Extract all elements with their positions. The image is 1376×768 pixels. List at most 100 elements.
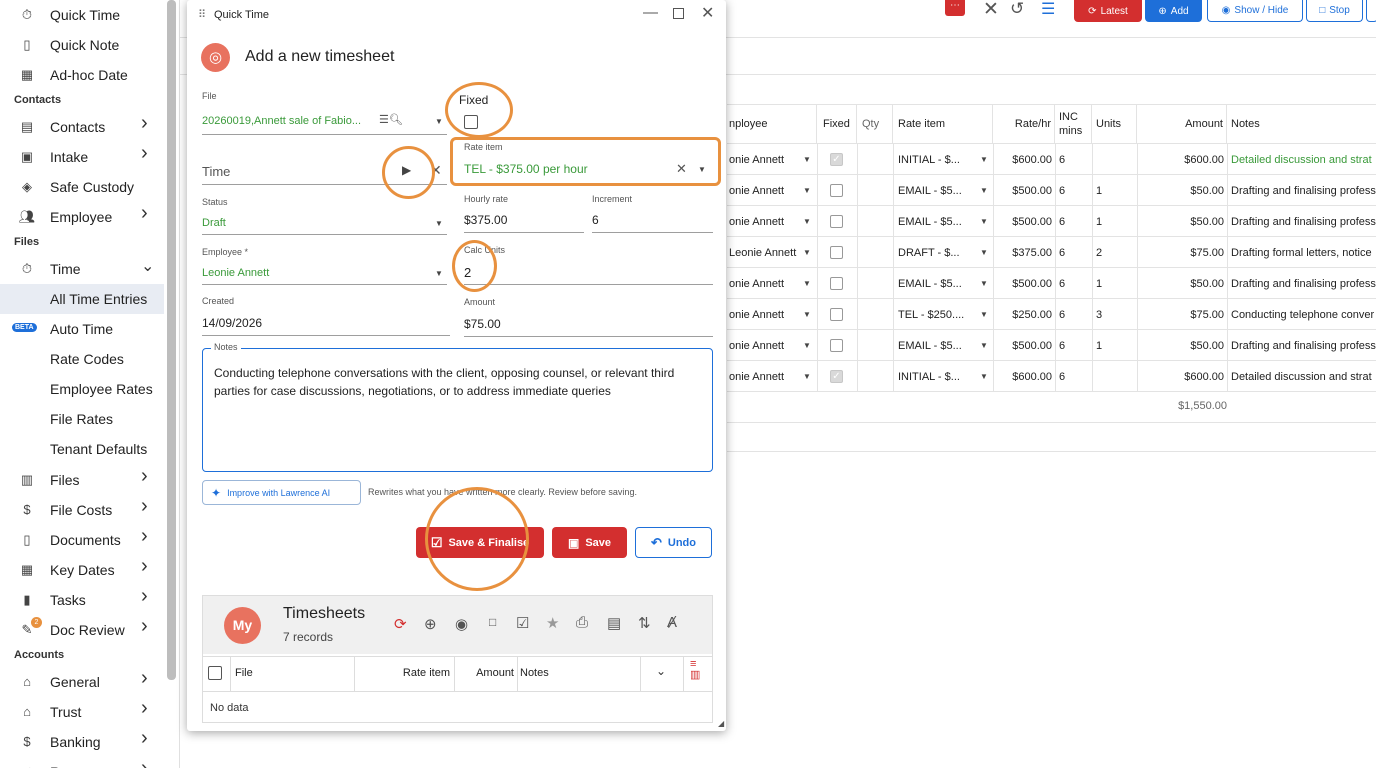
sidebar-item-key-dates[interactable]: ▦ Key Dates › (0, 555, 164, 585)
refresh-icon[interactable]: ⟳ (394, 615, 407, 633)
filter-columns-icon[interactable]: ≡ ▥ (690, 659, 700, 681)
sidebar-item-file-rates[interactable]: File Rates (0, 404, 164, 434)
filter-sliders-icon[interactable]: ☰ (1041, 0, 1055, 19)
fixed-checkbox[interactable]: ✓ (830, 370, 843, 383)
sidebar-item-rate-codes[interactable]: Rate Codes (0, 344, 164, 374)
eye-icon[interactable]: ◉ (455, 615, 468, 633)
file-dropdown-icon[interactable]: ▼ (435, 117, 443, 126)
fixed-checkbox[interactable] (830, 246, 843, 259)
status-select[interactable]: Draft (202, 217, 226, 229)
sidebar-item-employee-rates[interactable]: Employee Rates (0, 374, 164, 404)
rate-item-dropdown-icon[interactable]: ▼ (980, 144, 990, 175)
sidebar-item-employee[interactable]: 👥︎ Employee › (0, 202, 164, 232)
sidebar-item-time[interactable]: ⏱ Time ⌄ (0, 254, 164, 284)
file-field[interactable]: 20260019,Annett sale of Fabio... (202, 115, 372, 127)
col-header-inc-mins[interactable]: INC mins (1055, 105, 1092, 143)
amount-input[interactable]: $75.00 (464, 317, 501, 331)
sub-col-header-amount[interactable]: Amount (455, 667, 514, 679)
employee-dropdown-icon[interactable]: ▼ (803, 175, 813, 206)
sidebar-item-ad-hoc-date[interactable]: ▦ Ad-hoc Date (0, 60, 164, 90)
sidebar-item-banking[interactable]: $ Banking › (0, 727, 164, 757)
status-dropdown-icon[interactable]: ▼ (435, 219, 443, 228)
time-input[interactable]: Time (202, 164, 230, 179)
sidebar-item-auto-time[interactable]: BETA Auto Time (0, 314, 164, 344)
improve-ai-button[interactable]: ✦ Improve with Lawrence AI (202, 480, 361, 505)
sub-col-header-notes[interactable]: Notes (520, 667, 549, 679)
drag-handle-icon[interactable]: ⠿ (198, 8, 206, 21)
save-button[interactable]: ▣ Save (552, 527, 627, 558)
show-hide-button[interactable]: ◉ Show / Hide (1207, 0, 1303, 22)
sidebar-item-files[interactable]: ▥ Files › (0, 465, 164, 495)
fixed-checkbox[interactable] (830, 184, 843, 197)
print-icon[interactable]: ⎙ (576, 614, 588, 631)
sub-col-header-rate-item[interactable]: Rate item (355, 667, 450, 679)
sidebar-item-doc-review[interactable]: ✎ 2 Doc Review › (0, 615, 164, 645)
dialog-close-icon[interactable]: ✕ (701, 3, 714, 23)
sub-col-header-file[interactable]: File (235, 667, 253, 679)
col-header-units[interactable]: Units (1092, 105, 1137, 143)
add-button[interactable]: ⊕ Add (1145, 0, 1202, 22)
sidebar-item-intake[interactable]: ▣ Intake › (0, 142, 164, 172)
sidebar-item-safe-custody[interactable]: ◈ Safe Custody (0, 172, 164, 202)
rate-item-dropdown-icon[interactable]: ▼ (980, 237, 990, 268)
col-header-notes[interactable]: Notes (1227, 105, 1376, 143)
fixed-checkbox[interactable]: ✓ (830, 153, 843, 166)
maximize-icon[interactable] (673, 8, 684, 19)
fixed-checkbox[interactable] (830, 308, 843, 321)
col-header-amount[interactable]: Amount (1137, 105, 1227, 143)
employee-dropdown-icon[interactable]: ▼ (435, 269, 443, 278)
created-date-input[interactable]: 14/09/2026 (202, 316, 262, 330)
undo-button[interactable]: ↶ Undo (635, 527, 712, 558)
fixed-checkbox[interactable] (830, 339, 843, 352)
col-header-fixed[interactable]: Fixed (817, 105, 857, 143)
sidebar-item-documents[interactable]: ▯ Documents › (0, 525, 164, 555)
more-menu-icon[interactable]: ⋯ (945, 0, 965, 16)
sidebar-item-recon[interactable]: ✓ Recon › (0, 757, 164, 768)
employee-dropdown-icon[interactable]: ▼ (803, 361, 813, 392)
employee-select[interactable]: Leonie Annett (202, 267, 269, 279)
rate-item-dropdown-icon[interactable]: ▼ (980, 361, 990, 392)
sidebar-item-all-time-entries[interactable]: All Time Entries (0, 284, 164, 314)
rate-item-dropdown-icon[interactable]: ▼ (980, 268, 990, 299)
checklist-icon[interactable]: ☑ (516, 614, 529, 632)
rate-item-dropdown-icon[interactable]: ▼ (980, 330, 990, 361)
employee-dropdown-icon[interactable]: ▼ (803, 144, 813, 175)
employee-dropdown-icon[interactable]: ▼ (803, 330, 813, 361)
employee-dropdown-icon[interactable]: ▼ (803, 268, 813, 299)
resize-handle-icon[interactable]: ◢ (718, 719, 724, 728)
column-menu-chevron-icon[interactable]: ⌄ (656, 664, 666, 678)
col-header-rate-hr[interactable]: Rate/hr (993, 105, 1055, 143)
spellcheck-icon[interactable]: Ⱥ (667, 614, 677, 631)
sidebar-item-general[interactable]: ⌂ General › (0, 667, 164, 697)
sidebar-item-quick-time[interactable]: ⏱ Quick Time (0, 0, 164, 30)
fixed-checkbox[interactable] (830, 215, 843, 228)
employee-dropdown-icon[interactable]: ▼ (803, 206, 813, 237)
stop-button[interactable]: □ Stop (1306, 0, 1363, 22)
sidebar-item-file-costs[interactable]: $ File Costs › (0, 495, 164, 525)
select-all-checkbox[interactable] (208, 666, 222, 680)
col-header-qty[interactable]: Qty (857, 105, 893, 143)
rate-item-dropdown-icon[interactable]: ▼ (980, 175, 990, 206)
sidebar-item-tasks[interactable]: ▮ Tasks › (0, 585, 164, 615)
sidebar-item-trust[interactable]: ⌂ Trust › (0, 697, 164, 727)
rate-item-dropdown-icon[interactable]: ▼ (980, 206, 990, 237)
star-icon[interactable]: ★ (546, 614, 559, 632)
overflow-button[interactable] (1366, 0, 1376, 22)
col-header-employee[interactable]: nployee (727, 105, 817, 143)
hourly-rate-input[interactable]: $375.00 (464, 213, 507, 227)
col-header-rate-item[interactable]: Rate item (893, 105, 993, 143)
minimize-icon[interactable]: — (643, 4, 658, 21)
file-export-icon[interactable]: ▤ (607, 614, 621, 632)
sidebar-item-tenant-defaults[interactable]: Tenant Defaults (0, 434, 164, 464)
employee-dropdown-icon[interactable]: ▼ (803, 237, 813, 268)
rate-item-dropdown-icon[interactable]: ▼ (980, 299, 990, 330)
add-circle-icon[interactable]: ⊕ (424, 615, 437, 633)
increment-input[interactable]: 6 (592, 213, 599, 227)
latest-button[interactable]: ⟳ Latest (1074, 0, 1142, 22)
file-search-icon[interactable]: ☰🔍︎ (379, 113, 403, 126)
sidebar-item-quick-note[interactable]: ▯ Quick Note (0, 30, 164, 60)
stop-square-icon[interactable]: □ (489, 615, 496, 629)
sidebar-scrollbar[interactable] (167, 0, 176, 680)
history-icon[interactable]: ↺ (1010, 0, 1024, 19)
sort-icon[interactable]: ⇅ (638, 614, 651, 632)
